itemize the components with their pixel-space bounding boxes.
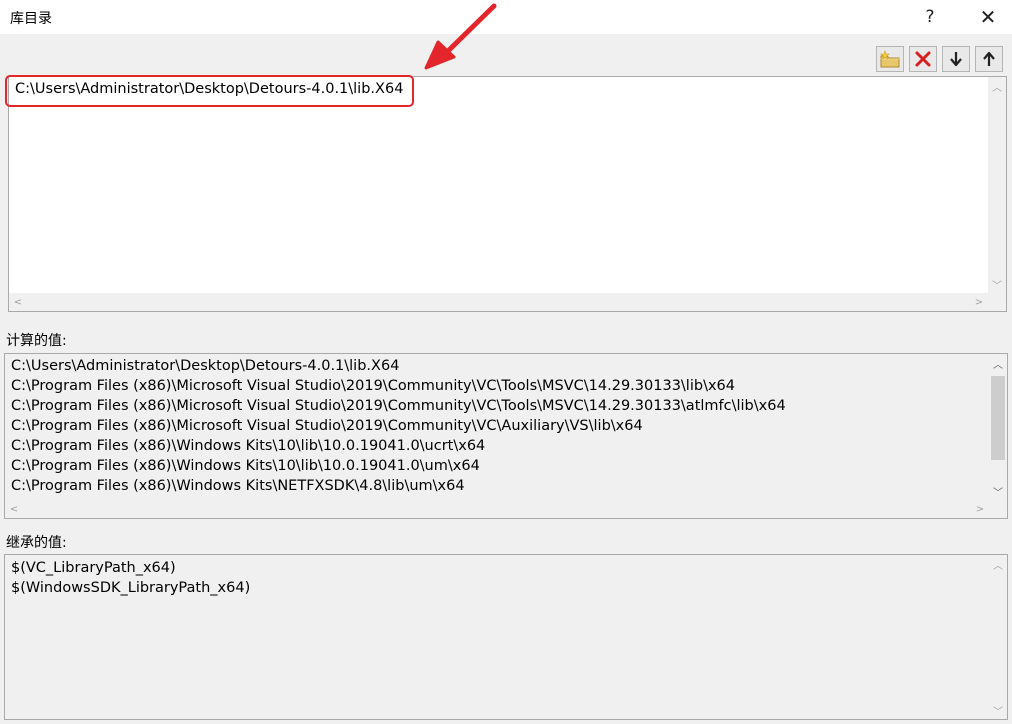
- scroll-down-icon[interactable]: ﹀: [989, 482, 1007, 500]
- computed-lines: C:\Users\Administrator\Desktop\Detours-4…: [11, 356, 786, 496]
- new-folder-icon: [880, 50, 900, 68]
- computed-line: C:\Program Files (x86)\Windows Kits\10\l…: [11, 438, 486, 454]
- close-button[interactable]: ✕: [972, 4, 1004, 30]
- vertical-scrollbar[interactable]: ︿ ﹀: [989, 555, 1007, 719]
- scroll-corner: [989, 500, 1007, 518]
- help-button[interactable]: ?: [914, 4, 946, 30]
- computed-line: C:\Program Files (x86)\Microsoft Visual …: [11, 378, 735, 394]
- move-down-button[interactable]: [942, 46, 970, 72]
- scroll-right-icon[interactable]: >: [970, 293, 988, 311]
- directory-edit-box[interactable]: C:\Users\Administrator\Desktop\Detours-4…: [8, 76, 1007, 312]
- scroll-corner: [988, 293, 1006, 311]
- inherited-values-box[interactable]: $(VC_LibraryPath_x64) $(WindowsSDK_Libra…: [4, 554, 1008, 720]
- scroll-up-icon[interactable]: ︿: [988, 77, 1006, 95]
- scroll-up-icon[interactable]: ︿: [989, 555, 1007, 573]
- title-bar: 库目录 ? ✕: [0, 0, 1012, 34]
- window-title: 库目录: [10, 11, 52, 27]
- vertical-scrollbar[interactable]: ︿ ﹀: [988, 77, 1006, 293]
- computed-values-label: 计算的值:: [6, 333, 67, 349]
- scroll-up-icon[interactable]: ︿: [989, 354, 1007, 372]
- computed-line: C:\Program Files (x86)\Microsoft Visual …: [11, 398, 786, 414]
- computed-line: C:\Program Files (x86)\Windows Kits\10\l…: [11, 458, 480, 474]
- vertical-scrollbar[interactable]: ︿ ﹀: [989, 354, 1007, 500]
- new-line-button[interactable]: [876, 46, 904, 72]
- move-up-button[interactable]: [975, 46, 1003, 72]
- inherited-line: $(WindowsSDK_LibraryPath_x64): [11, 580, 251, 596]
- toolbar: [876, 46, 1003, 72]
- computed-line: C:\Program Files (x86)\Windows Kits\NETF…: [11, 478, 465, 494]
- scroll-left-icon[interactable]: <: [9, 293, 27, 311]
- edit-line[interactable]: C:\Users\Administrator\Desktop\Detours-4…: [15, 79, 403, 99]
- scroll-down-icon[interactable]: ﹀: [988, 275, 1006, 293]
- inherited-values-label: 继承的值:: [6, 535, 67, 551]
- scroll-down-icon[interactable]: ﹀: [989, 701, 1007, 719]
- horizontal-scrollbar[interactable]: < >: [5, 500, 989, 518]
- computed-line: C:\Users\Administrator\Desktop\Detours-4…: [11, 358, 400, 374]
- inherited-line: $(VC_LibraryPath_x64): [11, 560, 176, 576]
- inherited-lines: $(VC_LibraryPath_x64) $(WindowsSDK_Libra…: [11, 558, 250, 598]
- horizontal-scrollbar[interactable]: < >: [9, 293, 988, 311]
- scroll-right-icon[interactable]: >: [971, 500, 989, 518]
- computed-line: C:\Program Files (x86)\Microsoft Visual …: [11, 418, 643, 434]
- delete-icon: [915, 51, 931, 67]
- edit-lines: C:\Users\Administrator\Desktop\Detours-4…: [15, 79, 403, 99]
- computed-values-box[interactable]: C:\Users\Administrator\Desktop\Detours-4…: [4, 353, 1008, 519]
- move-up-icon: [983, 51, 995, 66]
- delete-button[interactable]: [909, 46, 937, 72]
- move-down-icon: [950, 52, 962, 67]
- scrollbar-thumb[interactable]: [991, 376, 1005, 460]
- scroll-left-icon[interactable]: <: [5, 500, 23, 518]
